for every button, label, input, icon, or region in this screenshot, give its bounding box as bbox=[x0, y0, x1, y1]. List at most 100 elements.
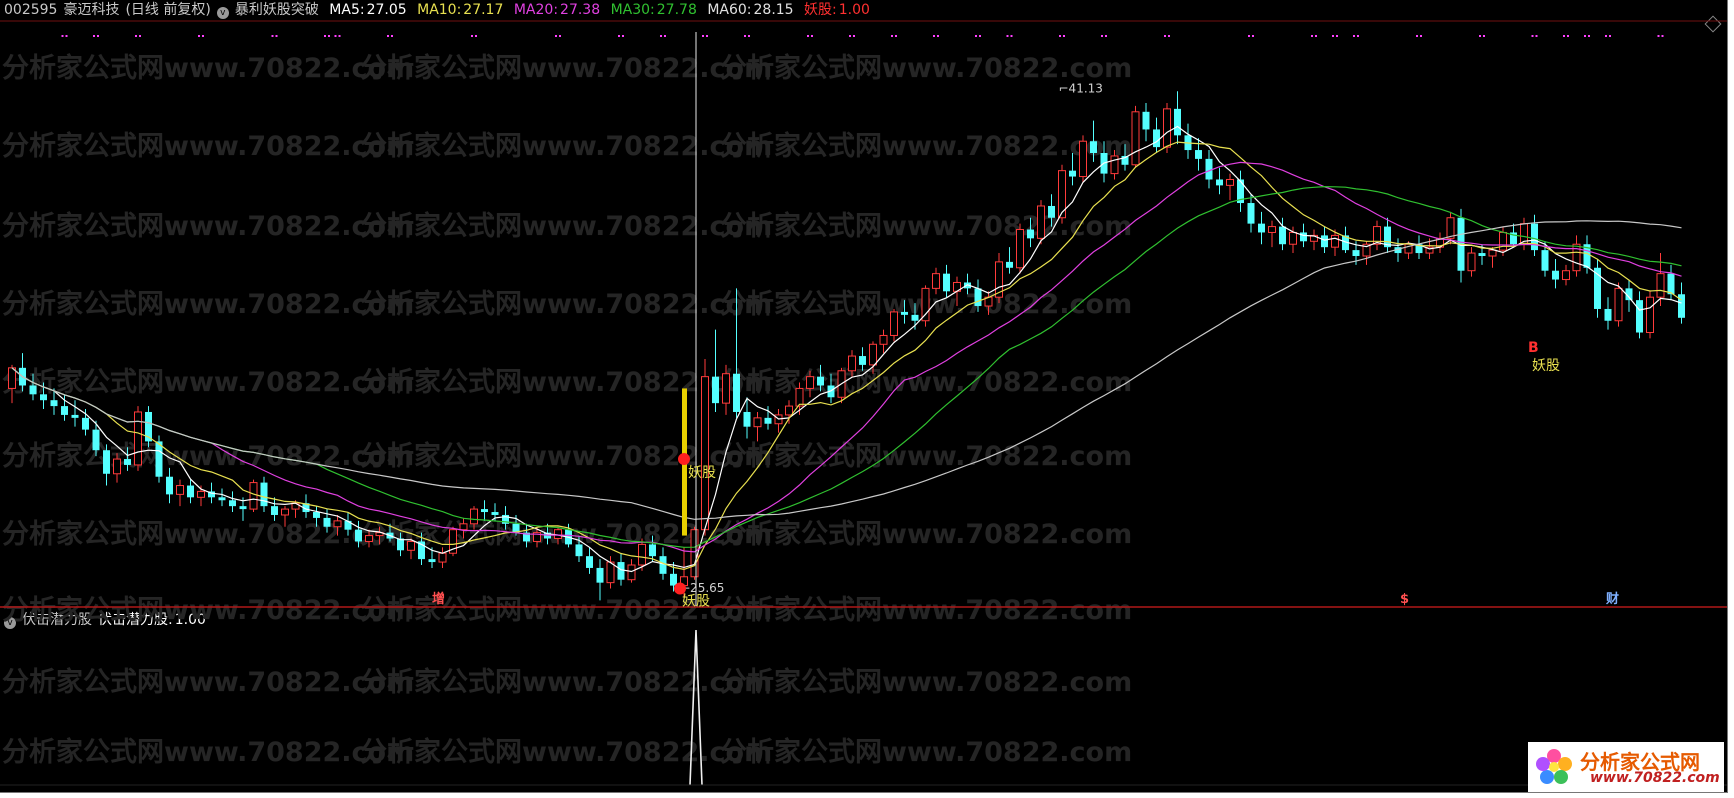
signal-dot bbox=[1563, 35, 1565, 37]
candle-body-up bbox=[1110, 155, 1119, 175]
candle-body-up bbox=[365, 535, 373, 542]
high-price-label: ⌐41.13 bbox=[1059, 81, 1103, 95]
signal-dot bbox=[1357, 35, 1359, 37]
signal-dot bbox=[559, 35, 561, 37]
signal-dot bbox=[1353, 35, 1355, 37]
candle-body-down bbox=[911, 314, 919, 321]
signal-dot bbox=[271, 35, 274, 37]
signal-dot bbox=[933, 35, 935, 37]
candle-body-down bbox=[29, 385, 37, 395]
event-marker-dollar: $ bbox=[1400, 592, 1409, 607]
site-logo: 分析家公式网 www.70822.com bbox=[1528, 742, 1724, 792]
candle-body-down bbox=[1216, 179, 1223, 186]
candle-body-down bbox=[1300, 232, 1307, 242]
signal-dot bbox=[1657, 35, 1660, 37]
signal-dot bbox=[338, 35, 341, 37]
candle-body-up bbox=[1614, 287, 1623, 322]
signal-dot bbox=[1483, 35, 1485, 37]
signal-dot bbox=[1567, 35, 1569, 37]
price-chart[interactable]: ⌐41.13←25.65妖股妖股B妖股增 $ 财 bbox=[0, 0, 1727, 792]
signal-dot bbox=[391, 35, 393, 37]
signal-dot bbox=[1164, 35, 1166, 37]
signal-dot bbox=[1168, 35, 1170, 37]
signal-dot bbox=[660, 35, 662, 37]
signal-dot bbox=[1063, 35, 1065, 37]
signal-dot bbox=[328, 35, 330, 37]
signal-dot bbox=[1531, 35, 1534, 37]
candle-body-down bbox=[323, 517, 331, 527]
signal-marker-dot bbox=[678, 453, 690, 466]
candle-body-down bbox=[1552, 270, 1559, 280]
candle-body-down bbox=[817, 376, 824, 386]
candle-body-down bbox=[239, 506, 247, 510]
candle-body-up bbox=[1226, 178, 1234, 186]
candle-body-down bbox=[313, 512, 320, 518]
candle-body-up bbox=[638, 543, 646, 566]
signal-dot bbox=[65, 35, 68, 37]
signal-dot bbox=[618, 35, 620, 37]
signal-dot bbox=[1248, 35, 1250, 37]
candle-body-up bbox=[627, 564, 636, 581]
candle-body-up bbox=[1163, 108, 1171, 148]
candle-body-down bbox=[1604, 308, 1612, 321]
candle-body-down bbox=[1478, 253, 1486, 256]
candle-body-up bbox=[785, 405, 793, 416]
candle-body-down bbox=[1205, 158, 1213, 180]
candle-body-down bbox=[229, 500, 236, 507]
signal-dot bbox=[891, 35, 893, 37]
candle-body-up bbox=[1331, 234, 1339, 248]
signal-dot bbox=[334, 35, 337, 37]
candle-body-up bbox=[459, 523, 468, 531]
candle-body-up bbox=[701, 376, 709, 531]
candle-body-down bbox=[974, 288, 982, 307]
candle-body-down bbox=[1027, 229, 1034, 239]
signal-dot bbox=[1605, 35, 1607, 37]
signal-label-right: 妖股 bbox=[1532, 358, 1560, 374]
candle-body-down bbox=[124, 459, 131, 465]
candle-body-up bbox=[113, 458, 121, 475]
candle-body-down bbox=[649, 544, 656, 557]
candle-body-down bbox=[260, 482, 268, 507]
signal-dot bbox=[1535, 35, 1538, 37]
candle-body-down bbox=[71, 414, 79, 418]
candle-body-up bbox=[333, 520, 342, 528]
candle-body-down bbox=[50, 400, 58, 407]
chart-window: 002595 豪迈科技 (日线 前复权) v 暴利妖股突破 MA5: 27.05 MA10… bbox=[0, 0, 1728, 793]
candle-body-up bbox=[795, 387, 804, 407]
candle-body-down bbox=[82, 417, 89, 430]
candle-body-up bbox=[1562, 270, 1570, 281]
candle-body-up bbox=[606, 561, 615, 584]
candle-body-down bbox=[40, 394, 47, 401]
signal-dot bbox=[937, 35, 939, 37]
candle-body-down bbox=[61, 406, 68, 415]
candle-body-up bbox=[753, 417, 762, 428]
signal-dot bbox=[1416, 35, 1418, 37]
signal-dot bbox=[702, 35, 704, 37]
candle-body-down bbox=[1258, 223, 1265, 233]
signal-dot bbox=[811, 35, 813, 37]
signal-dot bbox=[1101, 35, 1103, 37]
candle-body-down bbox=[187, 485, 194, 498]
signal-dot bbox=[744, 35, 746, 37]
candle-body-up bbox=[869, 343, 877, 366]
candle-body-up bbox=[1131, 111, 1140, 166]
candle-body-down bbox=[1069, 170, 1076, 177]
candle-body-down bbox=[1636, 300, 1643, 333]
signal-dot bbox=[135, 35, 137, 37]
candle-body-up bbox=[1016, 229, 1024, 269]
signal-dot bbox=[1332, 35, 1334, 37]
candle-body-down bbox=[1090, 141, 1097, 153]
candle-body-down bbox=[428, 559, 436, 563]
signal-dot bbox=[1479, 35, 1481, 37]
candle-body-up bbox=[879, 334, 888, 345]
candle-body-down bbox=[901, 311, 908, 315]
candle-body-up bbox=[249, 482, 258, 510]
candle-body-down bbox=[659, 556, 667, 574]
candle-body-up bbox=[921, 287, 930, 322]
candle-body-down bbox=[1352, 250, 1360, 256]
candle-body-down bbox=[712, 376, 719, 404]
candle-body-up bbox=[1467, 252, 1476, 272]
signal-dot bbox=[475, 35, 477, 37]
signal-dot bbox=[198, 35, 200, 37]
signal-dot bbox=[895, 35, 897, 37]
